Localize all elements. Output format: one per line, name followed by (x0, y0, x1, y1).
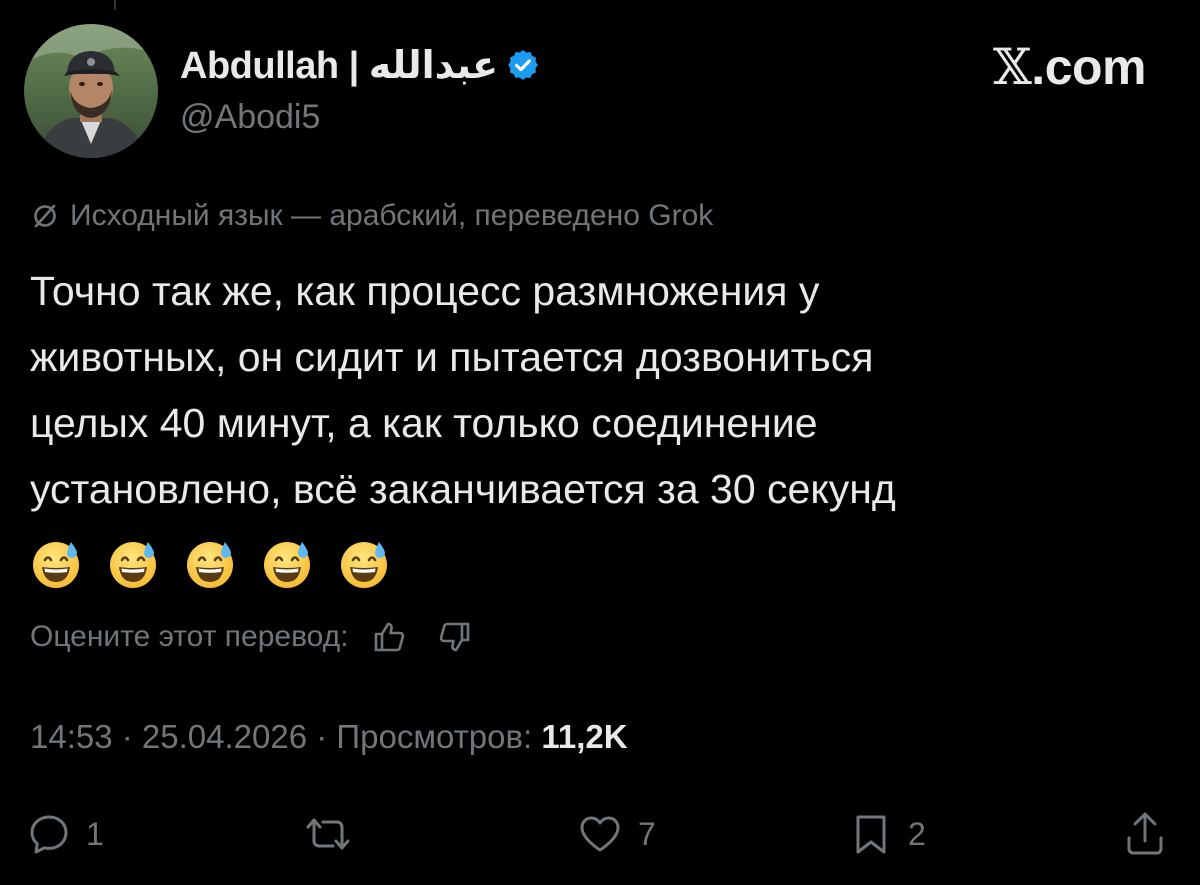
meta-separator: · (112, 718, 142, 755)
share-button[interactable] (1122, 806, 1168, 862)
translate-globe-icon (30, 201, 60, 231)
tweet-text: Точно так же, как процесс размножения у … (30, 258, 1150, 522)
share-upload-icon (1127, 812, 1163, 855)
thumbs-down-icon[interactable] (435, 617, 475, 657)
grinning-sweat-emoji-icon (33, 542, 79, 588)
like-count: 7 (638, 815, 656, 852)
top-edge-divider (114, 0, 116, 10)
tweet-time[interactable]: 14:53 (30, 718, 113, 755)
repost-arrows-icon (306, 818, 350, 850)
avatar[interactable] (24, 24, 158, 158)
views-count[interactable]: 11,2K (541, 718, 627, 755)
reply-button[interactable]: 1 (26, 806, 104, 862)
heart-icon (580, 816, 620, 852)
rate-translation-label: Оцените этот перевод: (30, 620, 349, 653)
views-label: Просмотров: (336, 718, 533, 755)
tweet-line: животных, он сидит и пытается дозвонитьс… (30, 334, 874, 380)
grinning-sweat-emoji-icon (187, 542, 233, 588)
rate-translation: Оцените этот перевод: (30, 616, 475, 658)
translation-note: Исходный язык — арабский, переведено Gro… (30, 196, 713, 236)
bookmark-icon (856, 815, 886, 854)
repost-button[interactable] (300, 806, 370, 862)
display-name: Abdullah | عبدالله (180, 44, 499, 87)
emoji-row (30, 538, 390, 590)
bookmark-count: 2 (908, 815, 926, 852)
bookmark-button[interactable]: 2 (848, 806, 926, 862)
tweet-date[interactable]: 25.04.2026 (142, 718, 307, 755)
like-button[interactable]: 7 (576, 806, 656, 862)
tweet-line: целых 40 минут, а как только соединение (30, 400, 818, 446)
reply-count: 1 (86, 815, 104, 852)
x-logo-icon: 𝕏 (993, 38, 1032, 96)
tweet-line: Точно так же, как процесс размножения у (30, 268, 820, 314)
author-name-row[interactable]: Abdullah | عبدالله (180, 42, 540, 88)
tweet-line: установлено, всё заканчивается за 30 сек… (30, 466, 896, 512)
action-bar: 1 7 2 (0, 806, 1200, 862)
meta-separator: · (307, 718, 337, 755)
speech-bubble-icon (30, 815, 68, 854)
brand-domain: .com (1031, 39, 1146, 95)
verified-badge-icon (506, 48, 540, 82)
thumbs-up-icon[interactable] (369, 617, 409, 657)
author-handle[interactable]: @Abodi5 (180, 98, 320, 137)
translation-note-text: Исходный язык — арабский, переведено Gro… (70, 199, 714, 232)
grinning-sweat-emoji-icon (341, 542, 387, 588)
grinning-sweat-emoji-icon (264, 542, 310, 588)
brand-logo: 𝕏.com (993, 38, 1146, 96)
tweet-meta: 14:53 · 25.04.2026 · Просмотров: 11,2K (30, 718, 628, 756)
grinning-sweat-emoji-icon (110, 542, 156, 588)
